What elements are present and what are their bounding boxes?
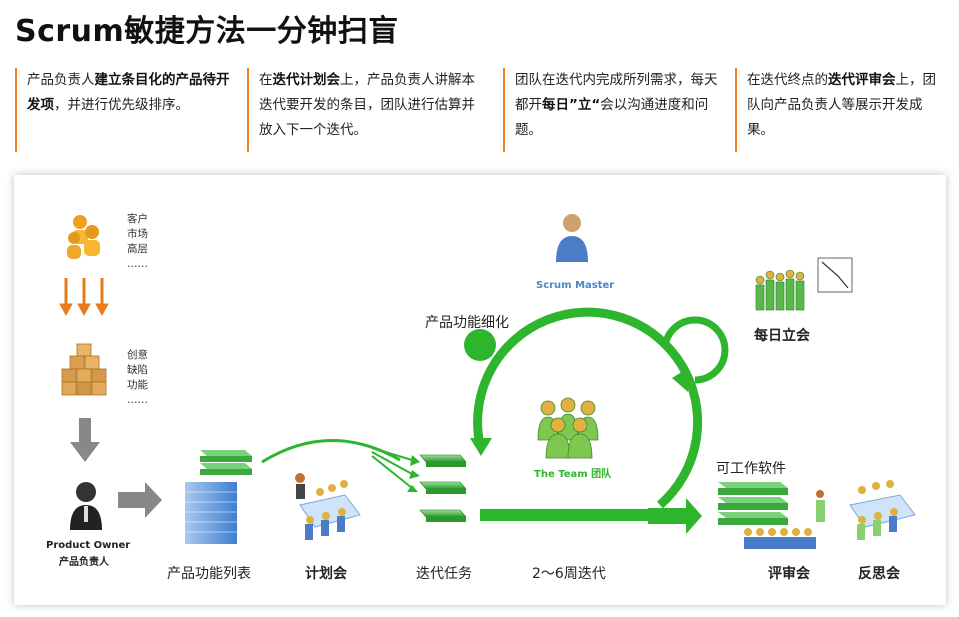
down-arrow-grey	[70, 418, 100, 462]
daily-standup-label: 每日立会	[754, 328, 810, 344]
product-owner-icon	[70, 482, 102, 530]
burndown-chart-icon	[817, 257, 853, 293]
daily-standup-icon	[755, 269, 805, 311]
review-label: 评审会	[768, 566, 810, 582]
sprint-cycle	[464, 307, 729, 521]
working-software-label: 可工作软件	[716, 461, 786, 477]
scrum-master-label: Scrum Master	[536, 280, 615, 291]
boxes-icon	[61, 343, 107, 396]
planning-label: 计划会	[305, 566, 347, 582]
source-list: 客户 市场 高层……	[127, 213, 148, 270]
customer-group-icon	[67, 215, 100, 259]
retrospective-label: 反思会	[858, 566, 900, 582]
team-icon	[537, 397, 599, 459]
product-owner-label-cn: 产品负责人	[59, 557, 109, 568]
team-label: The Team 团队	[534, 469, 612, 480]
scrum-master-icon	[556, 214, 588, 262]
sprint-length-label: 2～6周迭代	[532, 566, 606, 582]
backlog-label: 产品功能列表	[167, 566, 251, 582]
sprint-tasks-icon	[419, 454, 467, 522]
needs-list: 创意 缺陷 功能……	[127, 349, 148, 406]
diagram-graphics	[59, 214, 916, 549]
refinement-label: 产品功能细化	[425, 315, 509, 331]
right-arrow-grey	[118, 482, 162, 518]
fan-arrows	[371, 447, 413, 489]
down-arrows-orange	[59, 278, 109, 317]
backlog-to-tasks-arrow	[261, 439, 401, 464]
backlog-stack-icon	[185, 450, 252, 544]
planning-meeting-icon	[295, 473, 361, 540]
sprint-tasks-label: 迭代任务	[416, 566, 472, 582]
product-owner-label-en: Product Owner	[46, 540, 131, 551]
working-software-icon	[718, 482, 788, 525]
retrospective-icon	[849, 480, 916, 540]
output-arrow	[648, 498, 702, 534]
